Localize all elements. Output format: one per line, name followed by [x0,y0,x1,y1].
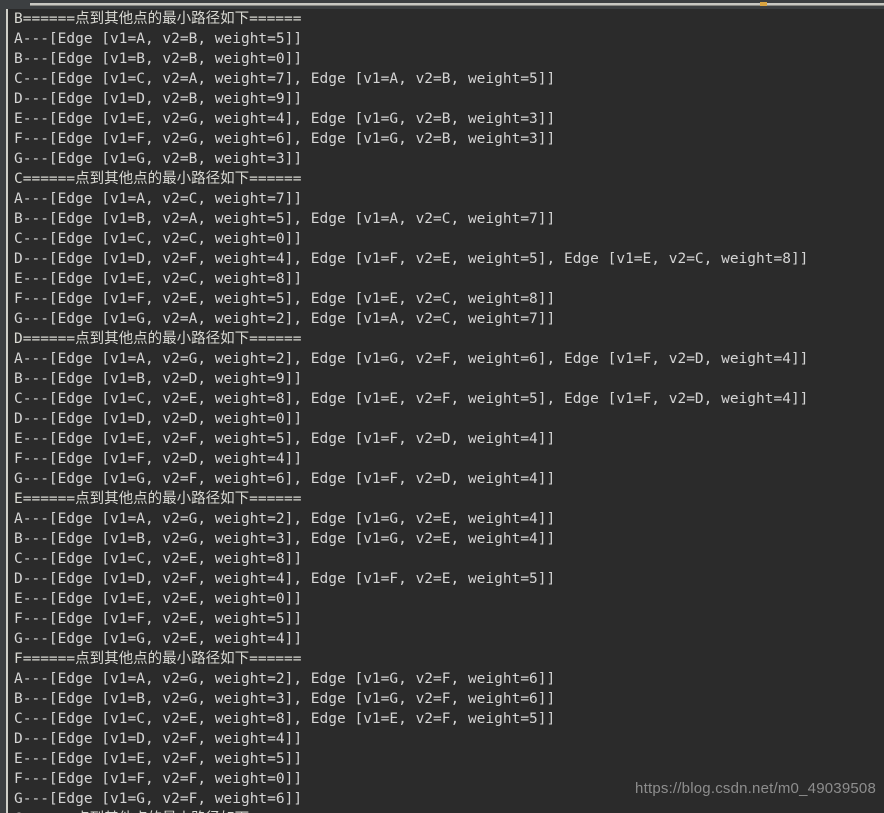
console-output-line: C---[Edge [v1=C, v2=E, weight=8], Edge [… [14,391,809,407]
console-output-line: F---[Edge [v1=F, v2=E, weight=5], Edge [… [14,291,556,307]
console-section-header: G======点到其他点的最小路径如下====== [8,809,884,813]
console-output-line: E---[Edge [v1=E, v2=E, weight=0]] [14,591,303,607]
console-output-line: D---[Edge [v1=D, v2=D, weight=0]] [14,411,303,427]
console-output-line: A---[Edge [v1=A, v2=G, weight=2], Edge [… [14,511,556,527]
console-section-header: F======点到其他点的最小路径如下====== [14,651,302,667]
console-output-line: A---[Edge [v1=A, v2=C, weight=7]] [14,191,303,207]
console-output-line: G---[Edge [v1=G, v2=B, weight=3]] [14,151,303,167]
window-top-chrome [0,0,884,9]
console-output-line: B---[Edge [v1=B, v2=G, weight=3], Edge [… [14,691,556,707]
console-output-line: C---[Edge [v1=C, v2=C, weight=0]] [14,231,303,247]
console-output-line: G---[Edge [v1=G, v2=A, weight=2], Edge [… [14,311,556,327]
console-output-line: E---[Edge [v1=E, v2=G, weight=4], Edge [… [14,111,556,127]
console-output-line: D---[Edge [v1=D, v2=B, weight=9]] [14,91,303,107]
console-output-line: E---[Edge [v1=E, v2=C, weight=8]] [14,271,303,287]
console-section-header: B======点到其他点的最小路径如下====== [14,11,302,27]
console-output-line: F---[Edge [v1=F, v2=E, weight=5]] [14,611,303,627]
toolbar-left-block [0,0,30,9]
console-output-line: A---[Edge [v1=A, v2=G, weight=2], Edge [… [14,351,809,367]
console-output-line: G---[Edge [v1=G, v2=E, weight=4]] [14,631,303,647]
console-output-line: D---[Edge [v1=D, v2=F, weight=4]] [14,731,303,747]
console-section-header: E======点到其他点的最小路径如下====== [14,491,302,507]
console-section-header: D======点到其他点的最小路径如下====== [14,331,302,347]
console-output-line: A---[Edge [v1=A, v2=B, weight=5]] [14,31,303,47]
console-output-area[interactable]: B======点到其他点的最小路径如下====== A---[Edge [v1=A… [8,9,884,813]
console-output-line: F---[Edge [v1=F, v2=D, weight=4]] [14,451,303,467]
console-output-line: B---[Edge [v1=B, v2=G, weight=3], Edge [… [14,531,556,547]
console-output-line: E---[Edge [v1=E, v2=F, weight=5]] [14,751,303,767]
console-section-header: C======点到其他点的最小路径如下====== [14,171,302,187]
console-window: B======点到其他点的最小路径如下====== A---[Edge [v1=A… [0,0,884,813]
scroll-marker-icon[interactable] [760,2,767,6]
console-output-line: A---[Edge [v1=A, v2=G, weight=2], Edge [… [14,671,556,687]
console-output-line: B---[Edge [v1=B, v2=D, weight=9]] [14,371,303,387]
console-output-line: B---[Edge [v1=B, v2=B, weight=0]] [14,51,303,67]
console-output-line: D---[Edge [v1=D, v2=F, weight=4], Edge [… [14,251,809,267]
console-output-line: C---[Edge [v1=C, v2=E, weight=8]] [14,551,303,567]
console-output-line: E---[Edge [v1=E, v2=F, weight=5], Edge [… [14,431,556,447]
console-output-line: C---[Edge [v1=C, v2=E, weight=8], Edge [… [14,711,556,727]
toolbar-divider-shadow [30,5,884,6]
console-output-line: D---[Edge [v1=D, v2=F, weight=4], Edge [… [14,571,556,587]
console-output-line: G---[Edge [v1=G, v2=F, weight=6], Edge [… [14,471,556,487]
console-output-line: F---[Edge [v1=F, v2=G, weight=6], Edge [… [14,131,556,147]
watermark-url: https://blog.csdn.net/m0_49039508 [635,780,876,797]
console-output-line: C---[Edge [v1=C, v2=A, weight=7], Edge [… [14,71,556,87]
console-output-line: B---[Edge [v1=B, v2=A, weight=5], Edge [… [14,211,556,227]
